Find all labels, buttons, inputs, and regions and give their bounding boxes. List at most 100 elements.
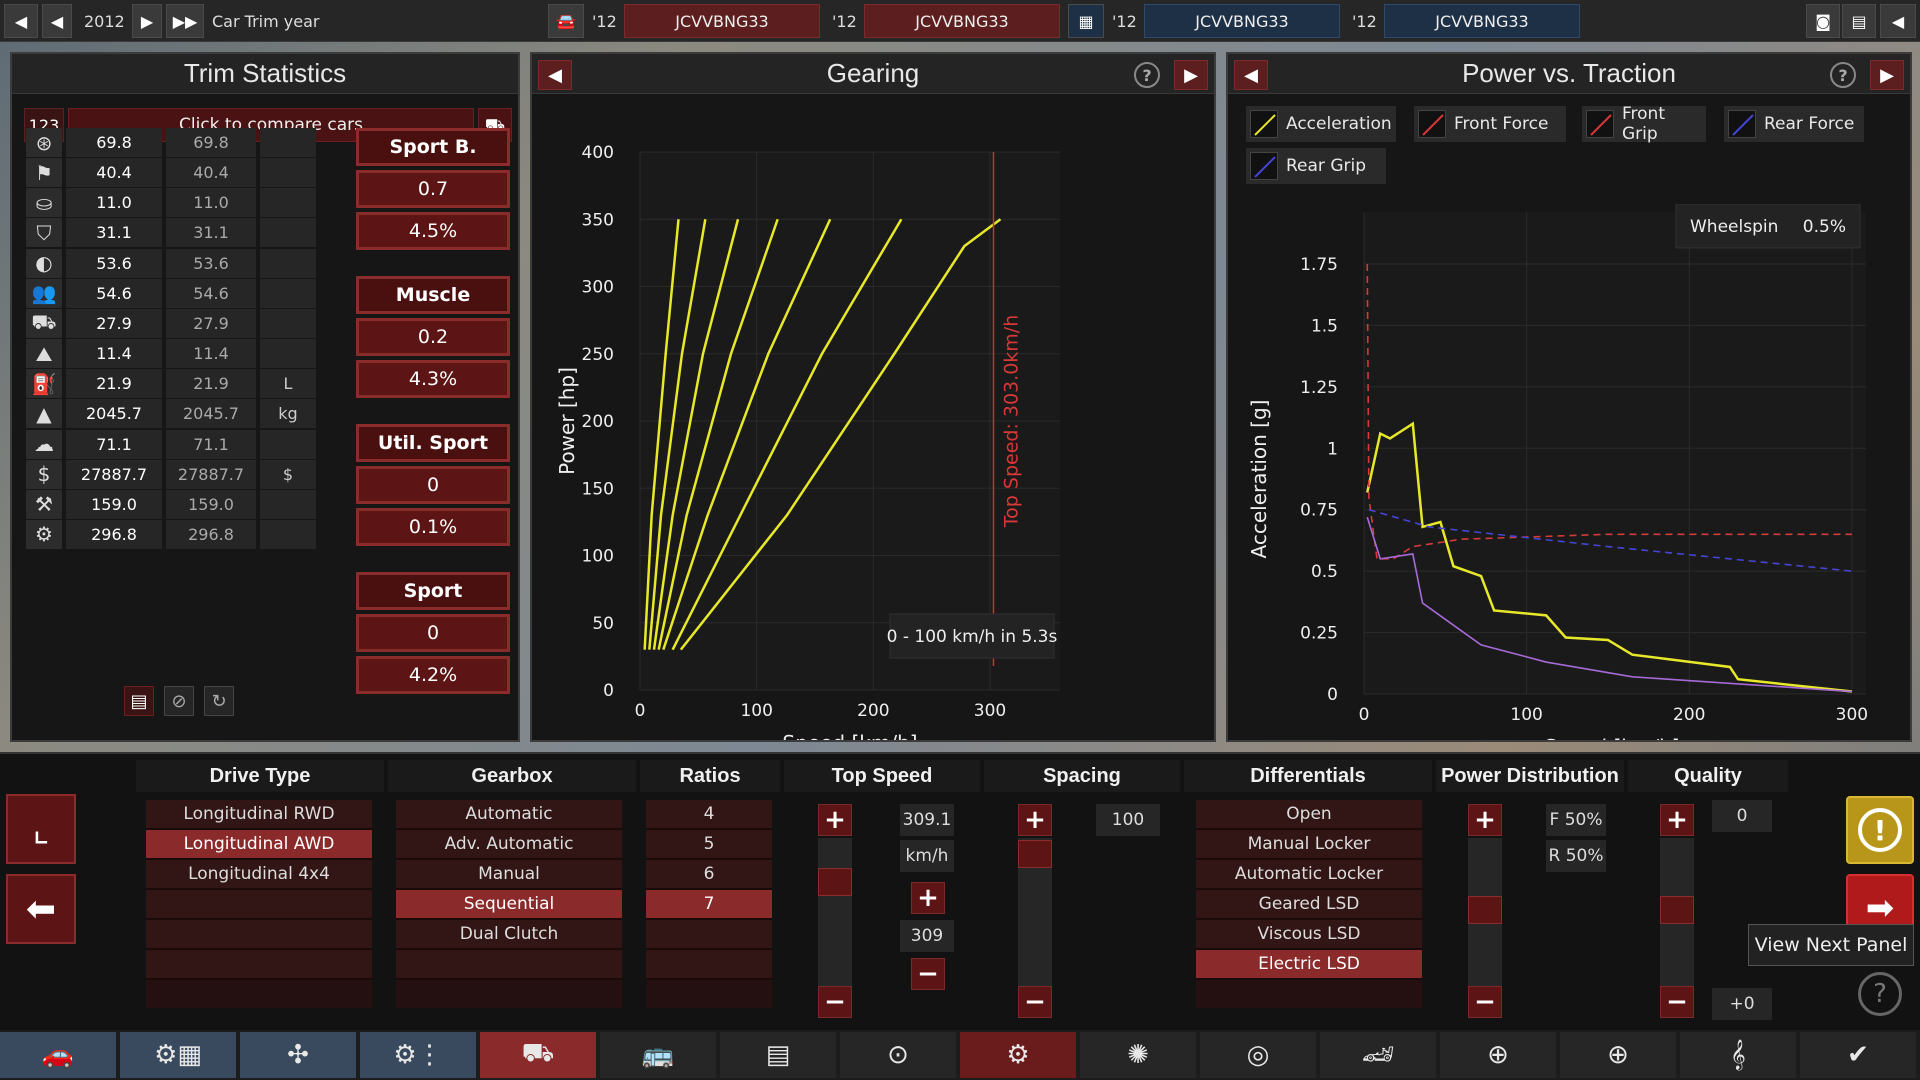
legend-item[interactable]: Rear Grip <box>1246 148 1386 184</box>
suspension-icon[interactable]: ⚙⋮ <box>360 1032 476 1078</box>
help-icon[interactable]: ? <box>1858 972 1902 1016</box>
seat-icon: ⛀ <box>26 188 62 218</box>
option-item[interactable]: Electric LSD <box>1196 950 1422 980</box>
y-tick-label: 250 <box>582 345 614 365</box>
chassis-icon[interactable]: ✣ <box>240 1032 356 1078</box>
option-item[interactable]: Longitudinal RWD <box>146 800 372 830</box>
stat-value-compare: 54.6 <box>166 278 256 308</box>
legend-item[interactable]: Front Force <box>1414 106 1566 142</box>
option-item[interactable]: 4 <box>646 800 772 830</box>
engine-parts-icon[interactable]: ⚙▦ <box>120 1032 236 1078</box>
stat-value-compare: 2045.7 <box>166 399 256 429</box>
brakes-icon[interactable]: ⊙ <box>840 1032 956 1078</box>
legend-item[interactable]: Front Grip <box>1582 104 1706 144</box>
aero-icon[interactable]: 🏎 <box>1320 1032 1436 1078</box>
y-tick-label: 350 <box>582 210 614 230</box>
y-tick-label: 0.25 <box>1300 624 1338 644</box>
option-item[interactable]: Manual Locker <box>1196 830 1422 860</box>
car-icon[interactable]: 🚘 <box>548 4 584 38</box>
top-speed-slider[interactable] <box>818 838 852 998</box>
tyre-icon[interactable]: ◎ <box>1200 1032 1316 1078</box>
next-year-button[interactable]: ▶ <box>132 4 162 38</box>
spacing-minus-button[interactable]: − <box>1018 986 1052 1018</box>
prev-panel-arrow-icon[interactable]: ◀ <box>1234 60 1268 90</box>
help-icon[interactable]: ? <box>1830 62 1856 88</box>
option-item[interactable]: Geared LSD <box>1196 890 1422 920</box>
reset-icon[interactable]: ↻ <box>204 686 234 716</box>
wheels-icon[interactable]: ✺ <box>1080 1032 1196 1078</box>
clipboard-icon[interactable]: ▤ <box>124 686 154 716</box>
quality-minus-button[interactable]: − <box>1660 986 1694 1018</box>
car-1-selector[interactable]: JCVVBNG33 <box>624 4 820 38</box>
car-2-selector[interactable]: JCVVBNG33 <box>864 4 1060 38</box>
test-icon[interactable]: 𝄞 <box>1680 1032 1796 1078</box>
y-tick-label: 0.75 <box>1300 501 1338 521</box>
power-dist-minus-button[interactable]: − <box>1468 986 1502 1018</box>
top-speed-plus-button[interactable]: + <box>818 804 852 836</box>
help-icon[interactable]: ? <box>1134 62 1160 88</box>
x-tick-label: 200 <box>857 701 889 721</box>
fixtures-icon[interactable]: ▤ <box>720 1032 836 1078</box>
stat-value-compare: 296.8 <box>166 519 256 549</box>
interior-icon[interactable]: 🚌 <box>600 1032 716 1078</box>
offroad-icon: ⛰ <box>26 339 62 369</box>
power-dist-slider-thumb[interactable] <box>1468 896 1502 924</box>
option-item[interactable]: 6 <box>646 860 772 890</box>
option-item[interactable]: 5 <box>646 830 772 860</box>
option-item[interactable]: Sequential <box>396 890 622 920</box>
option-item[interactable]: Longitudinal 4x4 <box>146 860 372 890</box>
quality-plus-button[interactable]: + <box>1660 804 1694 836</box>
option-item[interactable]: Open <box>1196 800 1422 830</box>
top-speed-target-minus-button[interactable]: − <box>911 958 945 990</box>
stat-row: ◐ 53.6 53.6 <box>26 248 348 278</box>
spacing-slider-thumb[interactable] <box>1018 840 1052 868</box>
prev-panel-arrow-icon[interactable]: ◀ <box>538 60 572 90</box>
camera-icon[interactable]: ◙ <box>1806 4 1840 38</box>
back-arrow-icon[interactable]: ◀ <box>1880 4 1916 38</box>
power-dist-plus-button[interactable]: + <box>1468 804 1502 836</box>
option-item[interactable]: Manual <box>396 860 622 890</box>
stat-row: ⛀ 11.0 11.0 <box>26 188 348 218</box>
stat-row: $27887.7 27887.7 $ <box>26 459 348 489</box>
steering-icon[interactable]: ⊕ <box>1440 1032 1556 1078</box>
legend-item[interactable]: Rear Force <box>1724 106 1864 142</box>
option-item[interactable]: Automatic <box>396 800 622 830</box>
finish-check-icon[interactable]: ✔ <box>1800 1032 1916 1078</box>
option-item[interactable]: Viscous LSD <box>1196 920 1422 950</box>
legend-item[interactable]: Acceleration <box>1246 106 1396 142</box>
calculator-icon[interactable]: ▤ <box>1842 4 1876 38</box>
stat-value-compare: 27887.7 <box>166 459 256 489</box>
stat-unit <box>260 339 316 369</box>
warning-button[interactable]: ! <box>1846 796 1914 864</box>
top-speed-target-plus-button[interactable]: + <box>911 882 945 914</box>
rewind-icon[interactable]: ◀ <box>4 4 38 38</box>
car-3-selector[interactable]: JCVVBNG33 <box>1144 4 1340 38</box>
next-panel-arrow-icon[interactable]: ▶ <box>1174 60 1208 90</box>
option-item[interactable]: Automatic Locker <box>1196 860 1422 890</box>
fast-forward-icon[interactable]: ▶▶ <box>166 4 204 38</box>
option-item[interactable]: Adv. Automatic <box>396 830 622 860</box>
car-2-year: '12 <box>832 11 857 31</box>
option-item[interactable]: Longitudinal AWD <box>146 830 372 860</box>
option-item[interactable]: Dual Clutch <box>396 920 622 950</box>
top-speed-minus-button[interactable]: − <box>818 986 852 1018</box>
grid-icon[interactable]: ▦ <box>1068 4 1104 38</box>
next-panel-arrow-icon[interactable]: ▶ <box>1870 60 1904 90</box>
quality-slider-thumb[interactable] <box>1660 896 1694 924</box>
prev-year-button[interactable]: ◀ <box>42 4 72 38</box>
top-speed-slider-thumb[interactable] <box>818 868 852 896</box>
legend-swatch <box>1418 110 1446 138</box>
graph-icon[interactable]: ⌞ <box>6 794 76 864</box>
option-item[interactable]: 7 <box>646 890 772 920</box>
gearing-icon[interactable]: ⚙ <box>960 1032 1076 1078</box>
back-arrow-icon[interactable]: ⬅ <box>6 874 76 944</box>
top-speed-unit: km/h <box>900 840 954 872</box>
safety-icon[interactable]: ⊕ <box>1560 1032 1676 1078</box>
spacing-plus-button[interactable]: + <box>1018 804 1052 836</box>
car-body-icon[interactable]: 🚗 <box>0 1032 116 1078</box>
y-tick-label: 400 <box>582 143 614 163</box>
drivetrain-icon[interactable]: ⛟ <box>480 1032 596 1078</box>
y-tick-label: 1.5 <box>1311 316 1338 336</box>
clear-icon[interactable]: ⊘ <box>164 686 194 716</box>
car-4-selector[interactable]: JCVVBNG33 <box>1384 4 1580 38</box>
